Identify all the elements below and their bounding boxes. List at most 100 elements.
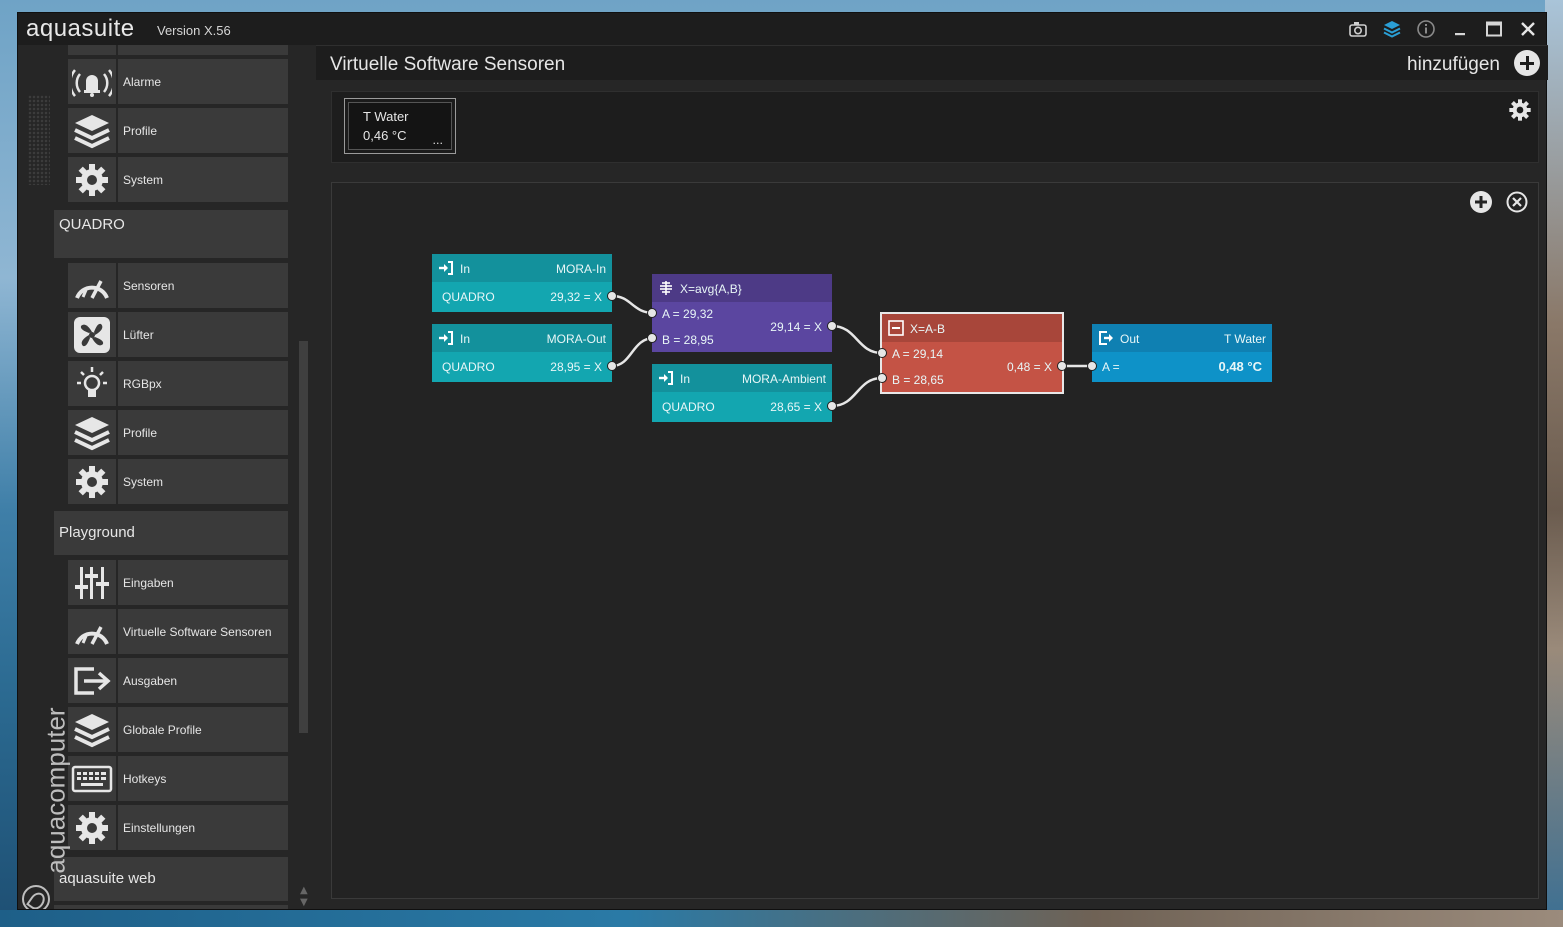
output-port[interactable]	[827, 401, 837, 411]
input-port-a[interactable]	[877, 348, 887, 358]
close-icon[interactable]	[1518, 19, 1538, 39]
node-input-a: A =	[1102, 360, 1120, 374]
camera-icon[interactable]	[1348, 19, 1368, 39]
add-icon[interactable]	[1514, 50, 1540, 76]
sidebar-item-einstellungen[interactable]: Einstellungen	[68, 805, 288, 850]
keyboard-icon	[68, 756, 116, 801]
sidebar-item-ausgaben[interactable]: Ausgaben	[68, 658, 288, 703]
node-input-a: A = 29,32	[662, 307, 714, 321]
gear-icon	[68, 157, 116, 202]
input-icon	[439, 331, 453, 345]
sidebar-item-luefter[interactable]: Lüfter	[68, 312, 288, 357]
sidebar-item-system[interactable]: System	[68, 157, 288, 202]
input-icon	[659, 371, 673, 385]
minimize-icon[interactable]	[1450, 19, 1470, 39]
layers-icon	[68, 410, 116, 455]
sidebar-item-hidden[interactable]	[68, 45, 288, 55]
info-icon[interactable]	[1416, 19, 1436, 39]
node-tag: In	[680, 372, 691, 386]
app-window: aquasuite Version X.56 Alarme Profile Sy…	[17, 12, 1548, 910]
node-name: MORA-Ambient	[741, 372, 826, 386]
input-node-mora-out[interactable]: In MORA-Out QUADRO 28,95 = X	[432, 324, 617, 382]
desktop-background-bottom	[0, 910, 1563, 927]
input-port-b[interactable]	[877, 373, 887, 383]
function-node-average[interactable]: X=avg{A,B} A = 29,32 B = 28,95 29,14 = X	[647, 274, 837, 352]
title-bar: aquasuite Version X.56	[18, 13, 1546, 45]
sidebar-item-label: Hotkeys	[118, 756, 288, 801]
gear-icon	[68, 459, 116, 504]
gear-icon	[68, 805, 116, 850]
sidebar-item-rgbpx[interactable]: RGBpx	[68, 361, 288, 406]
node-name: MORA-Out	[546, 332, 606, 346]
sidebar-scrollbar[interactable]	[299, 341, 308, 733]
output-node-t-water[interactable]: Out T Water A = 0,48 °C	[1087, 324, 1272, 382]
average-icon	[660, 281, 672, 295]
desktop-background-right	[1545, 0, 1563, 927]
version-label: Version X.56	[157, 23, 231, 38]
output-port[interactable]	[607, 291, 617, 301]
section-quadro[interactable]: QUADRO	[54, 210, 288, 258]
aquacomputer-logo-icon	[22, 885, 50, 909]
node-canvas[interactable]: In MORA-In QUADRO 29,32 = X In MORA-Out …	[331, 182, 1539, 899]
app-name: aquasuite	[26, 15, 135, 42]
gauge-icon	[68, 609, 116, 654]
gauge-icon	[68, 263, 116, 308]
sidebar-item-sensoren[interactable]: Sensoren	[68, 263, 288, 308]
sidebar-item-label: Virtuelle Software Sensoren	[118, 609, 288, 654]
input-node-mora-in[interactable]: In MORA-In QUADRO 29,32 = X	[432, 254, 617, 312]
maximize-icon[interactable]	[1484, 19, 1504, 39]
layers-icon[interactable]	[1382, 19, 1402, 39]
sidebar-item-alarme[interactable]: Alarme	[68, 59, 288, 104]
node-output: 28,65 = X	[770, 400, 822, 414]
sidebar-item-profile[interactable]: Profile	[68, 108, 288, 153]
section-next[interactable]	[54, 905, 288, 909]
sidebar-item-label: Eingaben	[118, 560, 288, 605]
sidebar-item-label: Profile	[118, 108, 288, 153]
layers-icon	[68, 707, 116, 752]
export-icon	[68, 658, 116, 703]
sidebar-item-label: System	[118, 157, 288, 202]
sensor-tile-more[interactable]: ...	[433, 134, 444, 147]
input-port-a[interactable]	[1087, 361, 1097, 371]
node-input-a: A = 29,14	[892, 347, 944, 361]
sliders-icon	[68, 560, 116, 605]
node-input-b: B = 28,95	[662, 333, 714, 347]
output-port[interactable]	[1057, 361, 1067, 371]
input-port-b[interactable]	[647, 333, 657, 343]
add-label[interactable]: hinzufügen	[1407, 54, 1500, 76]
sidebar-item-hotkeys[interactable]: Hotkeys	[68, 756, 288, 801]
gear-icon[interactable]	[1508, 98, 1532, 122]
sidebar-item-globale-profile[interactable]: Globale Profile	[68, 707, 288, 752]
fan-icon	[68, 312, 116, 357]
output-port[interactable]	[607, 361, 617, 371]
node-tag: Out	[1120, 332, 1140, 346]
input-port-a[interactable]	[647, 308, 657, 318]
sidebar-item-label: Einstellungen	[118, 805, 288, 850]
input-node-mora-ambient[interactable]: In MORA-Ambient QUADRO 28,65 = X	[652, 364, 837, 422]
sidebar-item-virtuelle-sensoren[interactable]: Virtuelle Software Sensoren	[68, 609, 288, 654]
sensor-tile[interactable]: T Water 0,46 °C ...	[344, 98, 456, 154]
node-source: QUADRO	[442, 290, 495, 304]
sidebar-item-label: System	[118, 459, 288, 504]
node-formula: X=avg{A,B}	[680, 282, 742, 296]
node-input-b: B = 28,65	[892, 373, 944, 387]
output-port[interactable]	[827, 321, 837, 331]
section-aquasuite-web[interactable]: aquasuite web	[54, 857, 288, 901]
scroll-arrows-icon[interactable]: ▲ ▼	[300, 885, 308, 909]
main-header: Virtuelle Software Sensoren hinzufügen	[316, 45, 1548, 80]
sidebar-item-label: Ausgaben	[118, 658, 288, 703]
node-source: QUADRO	[442, 360, 495, 374]
bell-icon	[68, 59, 116, 104]
sidebar-item-label: Sensoren	[118, 263, 288, 308]
node-formula: X=A-B	[910, 322, 946, 336]
section-playground[interactable]: Playground	[54, 511, 288, 555]
sidebar-item-profile-quadro[interactable]: Profile	[68, 410, 288, 455]
subtract-icon	[888, 320, 904, 336]
sidebar-item-label: Lüfter	[118, 312, 288, 357]
node-tag: In	[460, 262, 471, 276]
brand-wordmark: aquacomputer	[40, 707, 71, 874]
node-name: MORA-In	[555, 262, 606, 276]
sidebar-item-eingaben[interactable]: Eingaben	[68, 560, 288, 605]
function-node-subtract[interactable]: X=A-B A = 29,14 B = 28,65 0,48 = X	[877, 312, 1067, 394]
sidebar-item-system-quadro[interactable]: System	[68, 459, 288, 504]
